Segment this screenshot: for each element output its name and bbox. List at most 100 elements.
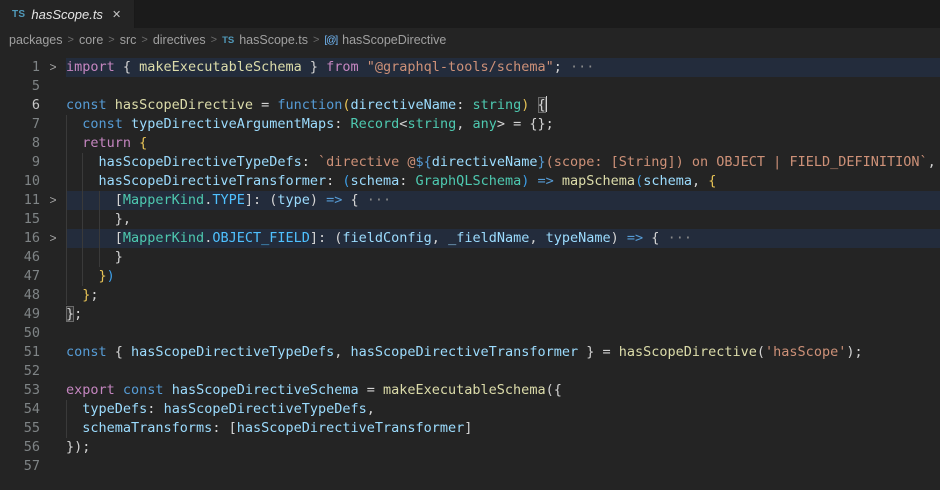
line-number: 49 bbox=[0, 305, 40, 324]
fold-gutter bbox=[40, 172, 66, 191]
code-text: hasScopeDirectiveTransformer: (schema: G… bbox=[66, 172, 940, 191]
line-number: 6 bbox=[0, 96, 40, 115]
code-text: }; bbox=[66, 305, 940, 324]
code-line[interactable]: 51const { hasScopeDirectiveTypeDefs, has… bbox=[0, 343, 940, 362]
code-text: const hasScopeDirective = function(direc… bbox=[66, 96, 940, 115]
code-line[interactable]: 7 const typeDirectiveArgumentMaps: Recor… bbox=[0, 115, 940, 134]
code-line[interactable]: 52 bbox=[0, 362, 940, 381]
fold-gutter bbox=[40, 324, 66, 343]
code-text bbox=[66, 77, 940, 96]
indent-guide bbox=[66, 172, 67, 191]
code-text: const typeDirectiveArgumentMaps: Record<… bbox=[66, 115, 940, 134]
code-text: }) bbox=[66, 267, 940, 286]
fold-gutter bbox=[40, 153, 66, 172]
indent-guide bbox=[66, 191, 67, 210]
code-line[interactable]: 47 }) bbox=[0, 267, 940, 286]
breadcrumb-item-directives[interactable]: directives bbox=[153, 33, 206, 47]
fold-chevron-icon[interactable]: > bbox=[40, 229, 66, 248]
typescript-file-icon: TS bbox=[12, 9, 25, 20]
indent-guide bbox=[82, 172, 83, 191]
fold-gutter bbox=[40, 305, 66, 324]
code-line[interactable]: 11> [MapperKind.TYPE]: (type) => { ··· bbox=[0, 191, 940, 210]
fold-gutter bbox=[40, 77, 66, 96]
fold-chevron-icon[interactable]: > bbox=[40, 58, 66, 77]
tab-bar: TS hasScope.ts ✕ bbox=[0, 0, 940, 28]
line-number: 53 bbox=[0, 381, 40, 400]
tab-title: hasScope.ts bbox=[31, 7, 103, 22]
text-cursor bbox=[546, 96, 548, 112]
symbol-variable-icon: [@] bbox=[324, 35, 337, 46]
code-line[interactable]: 46 } bbox=[0, 248, 940, 267]
indent-guide bbox=[66, 419, 67, 438]
chevron-right-icon: > bbox=[108, 34, 114, 46]
line-number: 48 bbox=[0, 286, 40, 305]
code-text: } bbox=[66, 248, 940, 267]
code-line[interactable]: 8 return { bbox=[0, 134, 940, 153]
code-text: hasScopeDirectiveTypeDefs: `directive @$… bbox=[66, 153, 940, 172]
indent-guide bbox=[66, 267, 67, 286]
code-line[interactable]: 10 hasScopeDirectiveTransformer: (schema… bbox=[0, 172, 940, 191]
indent-guide bbox=[82, 210, 83, 229]
indent-guide bbox=[66, 153, 67, 172]
line-number: 7 bbox=[0, 115, 40, 134]
code-line[interactable]: 56}); bbox=[0, 438, 940, 457]
tab-hasscope[interactable]: TS hasScope.ts ✕ bbox=[0, 0, 135, 28]
breadcrumb-label: core bbox=[79, 33, 103, 47]
code-line[interactable]: 9 hasScopeDirectiveTypeDefs: `directive … bbox=[0, 153, 940, 172]
line-number: 47 bbox=[0, 267, 40, 286]
code-line[interactable]: 15 }, bbox=[0, 210, 940, 229]
code-line[interactable]: 55 schemaTransforms: [hasScopeDirectiveT… bbox=[0, 419, 940, 438]
breadcrumb-item-hasscopedirective[interactable]: [@]hasScopeDirective bbox=[324, 33, 446, 47]
breadcrumb-label: packages bbox=[9, 33, 63, 47]
fold-chevron-icon[interactable]: > bbox=[40, 191, 66, 210]
code-text: }; bbox=[66, 286, 940, 305]
line-number: 8 bbox=[0, 134, 40, 153]
code-line[interactable]: 49}; bbox=[0, 305, 940, 324]
breadcrumb-item-packages[interactable]: packages bbox=[9, 33, 63, 47]
line-number: 52 bbox=[0, 362, 40, 381]
line-number: 57 bbox=[0, 457, 40, 476]
fold-gutter bbox=[40, 343, 66, 362]
chevron-right-icon: > bbox=[211, 34, 217, 46]
code-text: }, bbox=[66, 210, 940, 229]
line-number: 5 bbox=[0, 77, 40, 96]
indent-guide bbox=[82, 229, 83, 248]
indent-guide bbox=[66, 134, 67, 153]
code-text bbox=[66, 457, 940, 476]
line-number: 51 bbox=[0, 343, 40, 362]
code-line[interactable]: 1>import { makeExecutableSchema } from "… bbox=[0, 58, 940, 77]
breadcrumb-item-hasscope-ts[interactable]: TShasScope.ts bbox=[222, 33, 308, 47]
line-number: 1 bbox=[0, 58, 40, 77]
code-line[interactable]: 6 const hasScopeDirective = function(dire… bbox=[0, 96, 940, 115]
fold-gutter bbox=[40, 248, 66, 267]
code-text: typeDefs: hasScopeDirectiveTypeDefs, bbox=[66, 400, 940, 419]
code-text: export const hasScopeDirectiveSchema = m… bbox=[66, 381, 940, 400]
fold-gutter bbox=[40, 115, 66, 134]
fold-gutter bbox=[40, 457, 66, 476]
code-line[interactable]: 16> [MapperKind.OBJECT_FIELD]: (fieldCon… bbox=[0, 229, 940, 248]
code-line[interactable]: 5 bbox=[0, 77, 940, 96]
code-text: }); bbox=[66, 438, 940, 457]
indent-guide bbox=[66, 115, 67, 134]
breadcrumb-item-core[interactable]: core bbox=[79, 33, 103, 47]
line-number: 46 bbox=[0, 248, 40, 267]
code-area[interactable]: 1>import { makeExecutableSchema } from "… bbox=[0, 52, 940, 476]
breadcrumb-item-src[interactable]: src bbox=[120, 33, 137, 47]
fold-gutter bbox=[40, 267, 66, 286]
code-text: [MapperKind.TYPE]: (type) => { ··· bbox=[66, 191, 940, 210]
code-line[interactable]: 53 export const hasScopeDirectiveSchema =… bbox=[0, 381, 940, 400]
close-icon[interactable]: ✕ bbox=[109, 6, 124, 23]
code-line[interactable]: 48 }; bbox=[0, 286, 940, 305]
indent-guide bbox=[99, 210, 100, 229]
indent-guide bbox=[66, 400, 67, 419]
line-number: 50 bbox=[0, 324, 40, 343]
code-text bbox=[66, 362, 940, 381]
code-line[interactable]: 57 bbox=[0, 457, 940, 476]
line-number: 56 bbox=[0, 438, 40, 457]
line-number: 11 bbox=[0, 191, 40, 210]
code-line[interactable]: 54 typeDefs: hasScopeDirectiveTypeDefs, bbox=[0, 400, 940, 419]
line-number: 15 bbox=[0, 210, 40, 229]
fold-gutter bbox=[40, 286, 66, 305]
line-number: 10 bbox=[0, 172, 40, 191]
code-line[interactable]: 50 bbox=[0, 324, 940, 343]
